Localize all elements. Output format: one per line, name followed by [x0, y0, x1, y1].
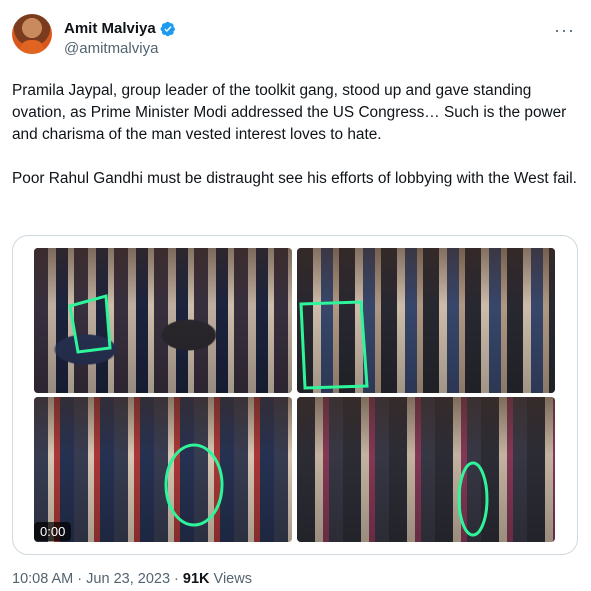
highlight-circle-4	[457, 461, 489, 537]
tweet-paragraph-1: Pramila Jaypal, group leader of the tool…	[12, 82, 567, 143]
author-name-row[interactable]: Amit Malviya	[64, 20, 176, 37]
meta-separator-2: ·	[170, 571, 183, 587]
video-frame-4	[297, 397, 555, 542]
author-handle[interactable]: @amitmalviya	[64, 40, 158, 57]
media-video[interactable]: 0:00	[12, 235, 578, 555]
more-options-icon[interactable]: ···	[554, 20, 575, 41]
views-label: Views	[209, 571, 252, 587]
highlight-circle-3	[164, 443, 224, 527]
video-frame-2	[297, 248, 555, 393]
highlight-box-2	[299, 300, 369, 390]
verified-badge-icon	[160, 21, 175, 36]
tweet-date[interactable]: Jun 23, 2023	[86, 571, 170, 587]
avatar[interactable]	[12, 14, 52, 54]
tweet-text: Pramila Jaypal, group leader of the tool…	[12, 80, 578, 212]
tweet-time[interactable]: 10:08 AM	[12, 571, 73, 587]
author-name[interactable]: Amit Malviya	[64, 20, 156, 37]
video-time-badge: 0:00	[34, 522, 72, 541]
views-count: 91K	[182, 571, 210, 587]
tweet-header: Amit Malviya @amitmalviya ···	[12, 14, 579, 64]
highlight-box-1	[68, 294, 112, 354]
tweet-paragraph-2: Poor Rahul Gandhi must be distraught see…	[12, 170, 577, 187]
meta-separator: ·	[73, 571, 87, 587]
video-frame-1	[34, 248, 292, 393]
video-frame-3	[34, 397, 292, 542]
tweet-meta: 10:08 AM · Jun 23, 2023 · 91K Views	[12, 571, 252, 587]
